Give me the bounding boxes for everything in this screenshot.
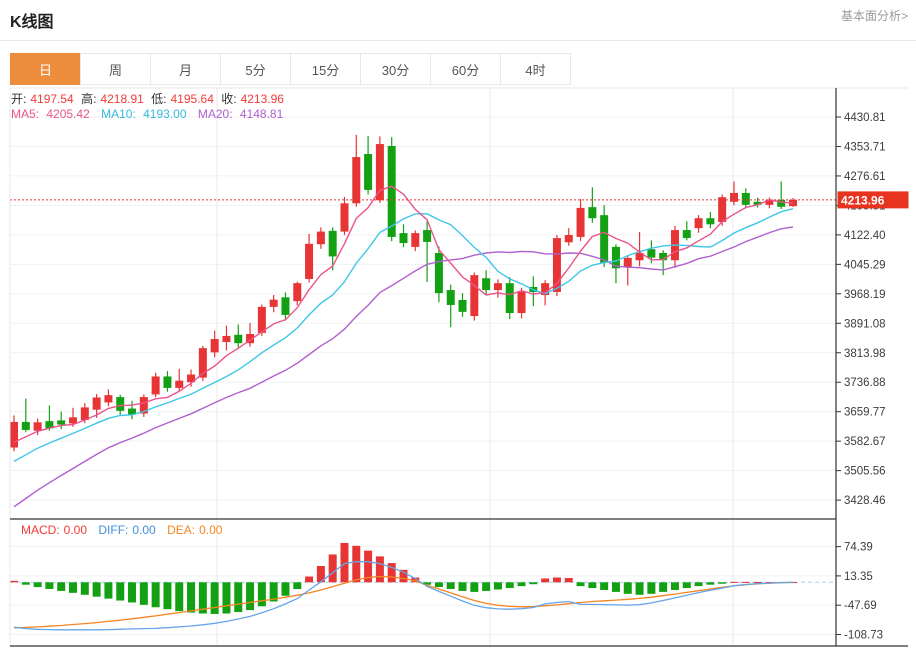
tab-30min[interactable]: 30分 <box>360 53 431 85</box>
page-title: K线图 <box>10 8 54 32</box>
price-axis-label: 3891.08 <box>844 318 886 330</box>
close-label: 收: <box>221 92 236 106</box>
dea-value: DEA:0.00 <box>167 523 226 537</box>
macd-axis-label: -47.69 <box>844 600 877 612</box>
price-axis-label: 4045.29 <box>844 259 886 271</box>
tab-5min[interactable]: 5分 <box>220 53 291 85</box>
ma5-readout: MA5: 4205.42 <box>11 107 94 121</box>
timeframe-tabs: 日周月5分15分30分60分4时 <box>10 53 571 85</box>
price-axis-label: 3505.56 <box>844 466 886 478</box>
chart-canvas[interactable] <box>10 88 836 646</box>
price-axis-label: 3968.19 <box>844 289 886 301</box>
price-axis-label: 3582.67 <box>844 436 886 448</box>
high-label: 高: <box>81 92 96 106</box>
ma10-readout: MA10: 4193.00 <box>101 107 190 121</box>
tab-4hour[interactable]: 4时 <box>500 53 571 85</box>
macd-value: MACD:0.00 <box>21 523 91 537</box>
price-axis-label: 3813.98 <box>844 348 886 360</box>
ohlc-readout: 开: 4197.54 高: 4218.91 低: 4195.64 收: 4213.96 <box>11 90 288 107</box>
price-axis-label: 3736.88 <box>844 377 886 389</box>
macd-readout: MACD:0.00 DIFF:0.00 DEA:0.00 <box>21 523 230 537</box>
low-label: 低: <box>151 92 166 106</box>
price-axis-label: 4276.61 <box>844 171 886 183</box>
current-price-badge <box>838 191 909 208</box>
price-axis-label: 4430.81 <box>844 112 886 124</box>
fundamental-analysis-link[interactable]: 基本面分析> <box>841 7 908 24</box>
ma20-readout: MA20: 4148.81 <box>198 107 287 121</box>
price-axis-label: 3428.46 <box>844 495 886 507</box>
macd-axis-label: -108.73 <box>844 629 883 641</box>
tab-day[interactable]: 日 <box>10 53 81 85</box>
header-divider <box>0 40 916 41</box>
high-value: 4218.91 <box>100 92 143 106</box>
tab-month[interactable]: 月 <box>150 53 221 85</box>
price-axis-label: 4199.51 <box>844 200 886 212</box>
tab-week[interactable]: 周 <box>80 53 151 85</box>
price-axis-label: 4353.71 <box>844 141 886 153</box>
tab-60min[interactable]: 60分 <box>430 53 501 85</box>
ma-readout: MA5: 4205.42 MA10: 4193.00 MA20: 4148.81 <box>11 107 291 121</box>
price-axis-label: 4122.40 <box>844 230 886 242</box>
macd-axis-label: 13.35 <box>844 571 873 583</box>
tab-15min[interactable]: 15分 <box>290 53 361 85</box>
open-label: 开: <box>11 92 26 106</box>
macd-axis-label: 74.39 <box>844 542 873 554</box>
price-axis-label: 3659.77 <box>844 407 886 419</box>
low-value: 4195.64 <box>171 92 214 106</box>
diff-value: DIFF:0.00 <box>98 523 159 537</box>
open-value: 4197.54 <box>30 92 73 106</box>
kline-widget: { "header": { "title": "K线图", "link": "基… <box>0 0 916 650</box>
close-value: 4213.96 <box>241 92 284 106</box>
current-price-badge-label: 4213.96 <box>841 193 885 207</box>
